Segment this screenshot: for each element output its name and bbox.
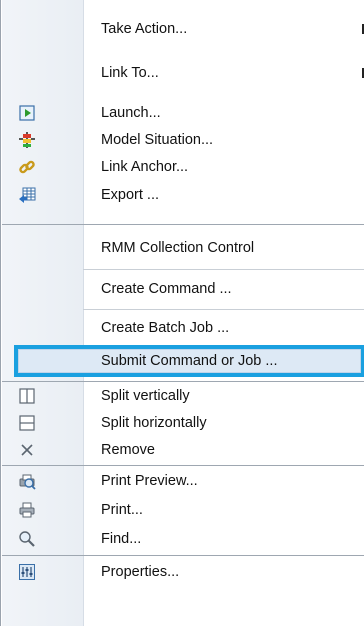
menu-separator — [2, 465, 364, 466]
menu-item-label: Properties... — [101, 564, 180, 580]
find-icon — [18, 530, 36, 548]
split-vertical-icon — [18, 387, 36, 405]
menu-item-label: Launch... — [101, 105, 161, 121]
menu-item-rmm-collection-control[interactable]: RMM Collection Control — [2, 232, 364, 264]
menu-separator — [2, 224, 364, 225]
menu-item-launch[interactable]: Launch... — [2, 100, 364, 126]
menu-item-remove[interactable]: Remove — [2, 437, 364, 463]
menu-item-model-situation[interactable]: Model Situation... — [2, 127, 364, 153]
export-icon — [18, 186, 36, 204]
menu-item-label: RMM Collection Control — [101, 240, 255, 256]
menu-item-label: Split horizontally — [101, 415, 207, 431]
menu-item-label: Split vertically — [101, 388, 190, 404]
menu-item-label: Print Preview... — [101, 473, 198, 489]
menu-item-take-action[interactable]: Take Action... — [2, 14, 364, 44]
print-preview-icon — [18, 472, 36, 490]
menu-item-split-vertically[interactable]: Split vertically — [2, 383, 364, 409]
menu-separator — [2, 555, 364, 556]
menu-item-properties[interactable]: Properties... — [2, 557, 364, 587]
launch-icon — [18, 104, 36, 122]
menu-item-label: Find... — [101, 531, 142, 547]
menu-item-label: Submit Command or Job ... — [101, 353, 278, 369]
menu-item-label: Take Action... — [101, 21, 188, 37]
link-anchor-icon — [18, 158, 36, 176]
menu-item-print[interactable]: Print... — [2, 496, 364, 524]
menu-item-print-preview[interactable]: Print Preview... — [2, 467, 364, 495]
menu-item-split-horizontally[interactable]: Split horizontally — [2, 410, 364, 436]
context-menu: Take Action... Link To... Launch... Mode… — [0, 0, 364, 626]
menu-item-label: Create Batch Job ... — [101, 320, 230, 336]
menu-item-link-anchor[interactable]: Link Anchor... — [2, 154, 364, 180]
menu-separator — [2, 381, 364, 382]
properties-icon — [18, 563, 36, 581]
menu-separator — [83, 269, 364, 270]
model-situation-icon — [18, 131, 36, 149]
print-icon — [18, 501, 36, 519]
menu-item-create-command[interactable]: Create Command ... — [2, 273, 364, 305]
menu-item-label: Model Situation... — [101, 132, 214, 148]
menu-item-label: Link To... — [101, 65, 159, 81]
menu-item-label: Remove — [101, 442, 155, 458]
menu-separator — [83, 309, 364, 310]
menu-item-find[interactable]: Find... — [2, 525, 364, 553]
menu-item-label: Link Anchor... — [101, 159, 189, 175]
menu-item-create-batch-job[interactable]: Create Batch Job ... — [2, 312, 364, 344]
menu-item-label: Create Command ... — [101, 281, 232, 297]
split-horizontal-icon — [18, 414, 36, 432]
menu-item-label: Print... — [101, 502, 143, 518]
menu-item-submit-command-or-job[interactable]: Submit Command or Job ... — [2, 345, 364, 377]
remove-icon — [18, 441, 36, 459]
menu-item-export[interactable]: Export ... — [2, 181, 364, 209]
menu-item-label: Export ... — [101, 187, 160, 203]
menu-item-link-to[interactable]: Link To... — [2, 58, 364, 88]
